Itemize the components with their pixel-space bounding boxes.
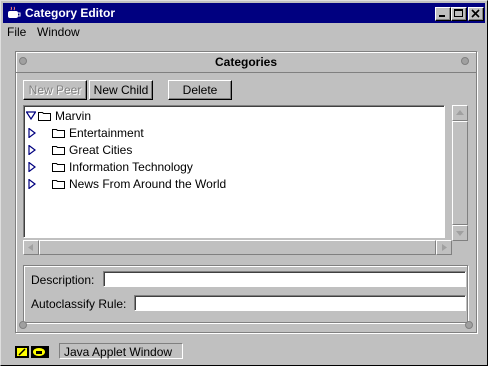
tree-node[interactable]: Entertainment: [24, 125, 444, 141]
arrow-left-icon: [28, 244, 33, 251]
arrow-right-icon: [442, 244, 447, 251]
panel-title: Categories: [214, 55, 278, 69]
menu-bar: File Window: [3, 23, 485, 41]
collapsed-triangle-icon[interactable]: [28, 179, 36, 189]
arrow-up-icon: [456, 110, 464, 115]
scroll-down-button[interactable]: [452, 225, 468, 241]
corner-rivet: [465, 321, 473, 329]
tree-node[interactable]: Great Cities: [24, 142, 444, 158]
folder-icon: [52, 163, 65, 172]
close-icon: [471, 9, 480, 18]
tree-node-label: Information Technology: [69, 160, 193, 174]
panel-header: Categories: [16, 52, 476, 73]
close-button[interactable]: [468, 7, 484, 21]
category-editor-window: Category Editor File Window Categories N…: [0, 0, 488, 366]
status-bar: Java Applet Window: [3, 341, 485, 363]
folder-icon: [38, 112, 51, 121]
menu-window[interactable]: Window: [37, 25, 80, 39]
new-child-button[interactable]: New Child: [89, 80, 153, 100]
window-title: Category Editor: [25, 6, 116, 20]
menu-file[interactable]: File: [7, 25, 26, 39]
tree-node-label: Entertainment: [69, 126, 144, 140]
maximize-icon: [454, 9, 463, 17]
folder-icon: [52, 129, 65, 138]
new-peer-button[interactable]: New Peer: [23, 80, 87, 100]
collapsed-triangle-icon[interactable]: [28, 145, 36, 155]
expanded-triangle-icon[interactable]: [26, 111, 36, 121]
folder-icon: [52, 146, 65, 155]
scroll-left-button[interactable]: [23, 240, 39, 255]
title-bar[interactable]: Category Editor: [3, 3, 485, 23]
autoclassify-rule-label: Autoclassify Rule:: [31, 297, 127, 311]
key-coffee-cup-icon: [15, 346, 49, 358]
delete-button[interactable]: Delete: [168, 80, 232, 100]
horizontal-scrollbar[interactable]: [23, 240, 452, 255]
category-properties: Description: Autoclassify Rule:: [23, 265, 468, 323]
vertical-scrollbar[interactable]: [452, 105, 468, 241]
scroll-track[interactable]: [39, 240, 436, 255]
scroll-up-button[interactable]: [452, 105, 468, 121]
java-cup-icon: [8, 6, 21, 18]
description-label: Description:: [31, 273, 95, 287]
tree-node[interactable]: News From Around the World: [24, 176, 444, 192]
maximize-button[interactable]: [451, 7, 467, 21]
collapsed-triangle-icon[interactable]: [28, 162, 36, 172]
folder-icon: [52, 180, 65, 189]
tree-node-label: Great Cities: [69, 143, 133, 157]
minimize-icon: [439, 15, 445, 17]
tree-node-root[interactable]: Marvin: [24, 108, 444, 124]
collapsed-triangle-icon[interactable]: [28, 128, 36, 138]
tree-node-label: News From Around the World: [69, 177, 227, 191]
tree-node-label: Marvin: [55, 109, 92, 123]
applet-warning-label: Java Applet Window: [59, 343, 183, 359]
autoclassify-rule-field[interactable]: [134, 295, 466, 311]
scroll-right-button[interactable]: [436, 240, 452, 255]
scroll-track[interactable]: [452, 121, 468, 225]
corner-rivet: [19, 321, 27, 329]
minimize-button[interactable]: [435, 7, 451, 21]
categories-panel: Categories New Peer New Child Delete Mar…: [15, 51, 477, 333]
description-field[interactable]: [103, 271, 466, 287]
tree-node[interactable]: Information Technology: [24, 159, 444, 175]
arrow-down-icon: [456, 231, 464, 236]
category-tree[interactable]: Marvin Entertainment Great Cities Inform…: [23, 105, 445, 238]
